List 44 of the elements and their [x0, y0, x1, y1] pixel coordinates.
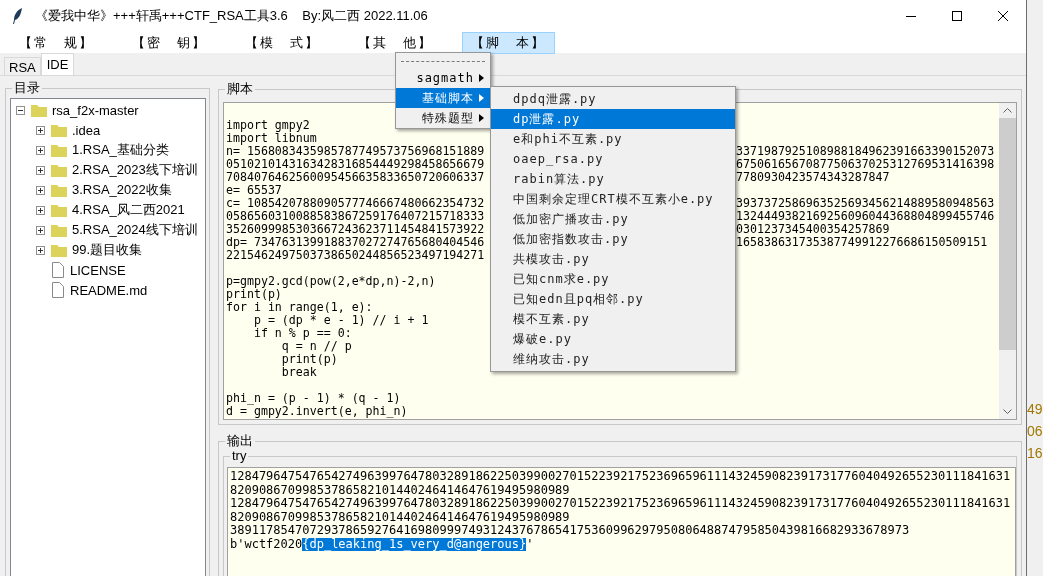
code-line: 3371987925108988184962391663390152073 [736, 145, 995, 158]
code-line: 7084076462560095456635833650720606337 [226, 171, 485, 184]
code-line: p=gmpy2.gcd(pow(2,e*dp,n)-2,n) [226, 275, 436, 288]
code-line: 2215462497503738650244856523497194271 [226, 249, 485, 262]
output-text: b'wctf2020 [230, 537, 303, 551]
code-line: 0301237345400354257869 [736, 223, 890, 236]
code-line: phi_n = (p - 1) * (q - 1) [226, 392, 401, 405]
code-line: e= 65537 [226, 184, 282, 197]
code-line: n= 1568083435985787749573756968151889 [226, 145, 485, 158]
code-line: d = gmpy2.invert(e, phi_n) [226, 405, 408, 418]
code-line: 7780930423574343287847 [736, 171, 890, 184]
code-line: q = n // p [280, 340, 352, 353]
panel-title: 目录 [12, 80, 42, 96]
selected-text: {dp_leaking_1s_very_d@angerous} [302, 537, 527, 551]
background-text: 16 [1027, 444, 1043, 463]
code-line: import gmpy2 [226, 119, 310, 132]
code-line: break [280, 366, 317, 379]
code-line: 6750616567087750637025312769531416398 [736, 158, 995, 171]
output-text: 82090867099853786582101440246414647619495980989 [230, 483, 570, 497]
output-text: ' [526, 537, 534, 551]
code-line: c= 1085420788090577746667480662354732 [226, 197, 485, 210]
code-line: print(p) [226, 288, 282, 301]
code-line: dp= 734763139918837027274765680404546 [226, 236, 485, 249]
code-line: 165838631735387749912276686150509151 [736, 236, 988, 249]
panel-title: 输出 [225, 433, 255, 449]
code-line: if n % p == 0: [252, 327, 352, 340]
code-line: 3526099985303667243623711454841573922 [226, 223, 485, 236]
code-line: p = (dp * e - 1) // i + 1 [252, 314, 429, 327]
group-title: try [230, 448, 249, 464]
code-line: 3937372586963525693456214889580948563 [736, 197, 995, 210]
code-line: 1324449382169256096044368804899455746 [736, 210, 995, 223]
code-line: 0586560310088583867259176407215718333 [226, 210, 485, 223]
output-text: 128479647547654274963997647803289186225039900270152239217523696596111432459082391731776040492655230111841631 [230, 497, 1011, 511]
code-line: 0510210143163428316854449298458656679 [226, 158, 485, 171]
panel-title: 脚本 [225, 81, 255, 97]
output-text: 82090867099853786582101440246414647619495980989 [230, 510, 570, 524]
background-text: 06 [1027, 422, 1043, 441]
code-line: print(p) [280, 353, 338, 366]
code-line: for i in range(1, e): [226, 301, 373, 314]
background-text: 49 [1027, 400, 1043, 419]
window-title: 《爱我中华》+++轩禹+++CTF_RSA工具3.6 By:风二西 2022.11.06 [35, 7, 428, 25]
output-text: 128479647547654274963997647803289186225039900270152239217523696596111432459082391731776040492655230111841631 [230, 470, 1011, 484]
code-line: import libnum [226, 132, 317, 145]
output-text: 3891178547072937865927641698099974931243767865417536099629795080648874795850439816682933678973 [230, 524, 910, 538]
